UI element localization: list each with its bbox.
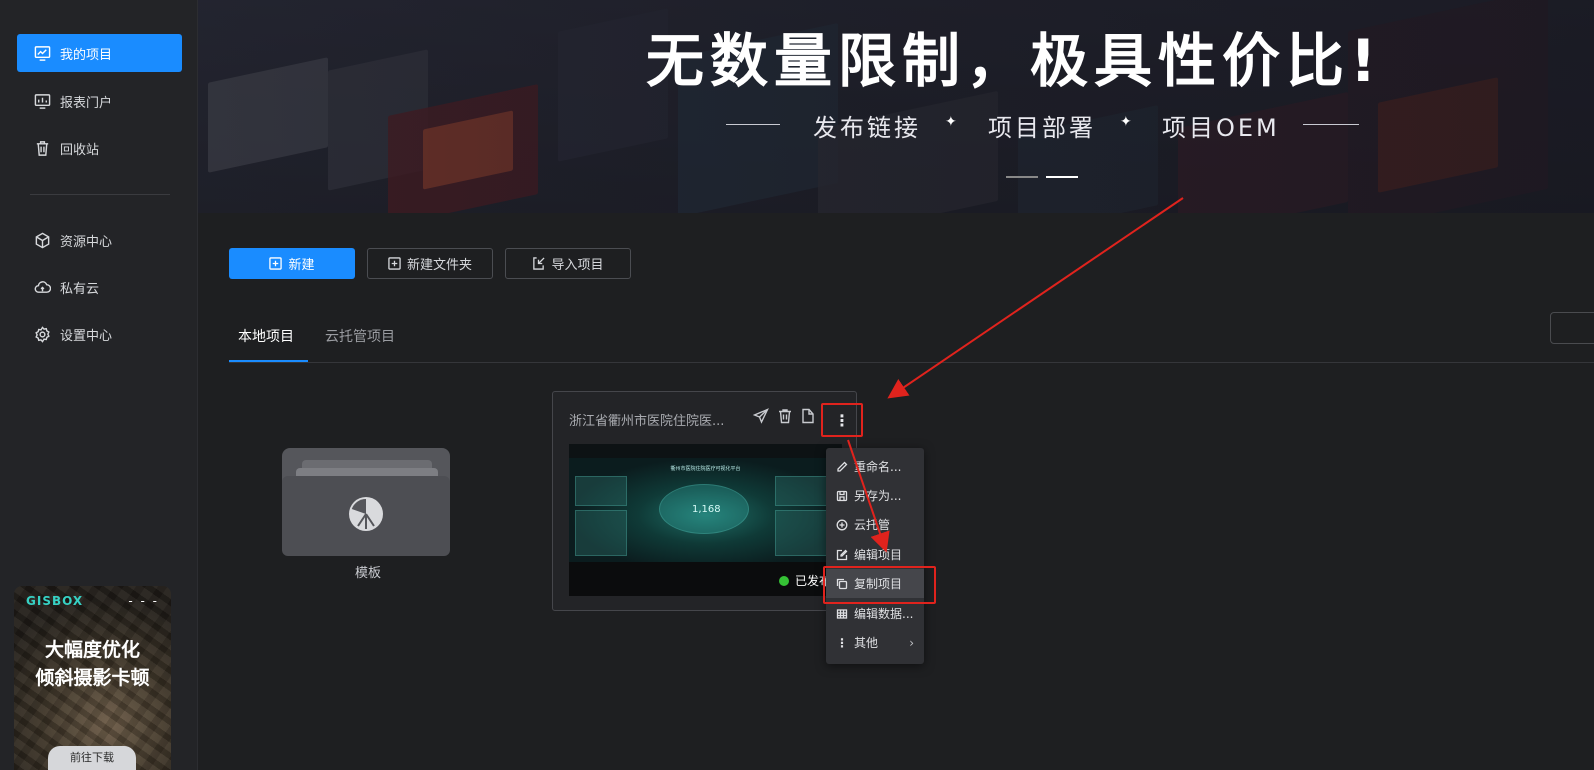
annotation-highlight-box bbox=[823, 566, 936, 604]
sidebar-item-label: 私有云 bbox=[60, 281, 100, 297]
banner-feature-deploy: 项目部署 bbox=[988, 114, 1096, 142]
carousel-dot[interactable] bbox=[1006, 176, 1038, 178]
sidebar-item-label: 资源中心 bbox=[60, 234, 113, 250]
tab-cloud-projects[interactable]: 云托管项目 bbox=[325, 326, 395, 346]
more-vertical-icon: ⋮ bbox=[834, 410, 850, 430]
new-button-label: 新建 bbox=[288, 258, 315, 273]
more-vertical-icon: ⋮ bbox=[836, 635, 848, 650]
sidebar-item-label: 我的项目 bbox=[60, 47, 113, 63]
sidebar-item-resource-center[interactable]: 资源中心 bbox=[17, 221, 182, 259]
send-icon[interactable] bbox=[752, 408, 769, 424]
promo-title-line2: 倾斜摄影卡顿 bbox=[35, 667, 150, 689]
plus-circle-icon bbox=[836, 519, 848, 530]
menu-item-label: 编辑数据... bbox=[854, 607, 914, 621]
edit-icon bbox=[836, 549, 848, 560]
menu-item-label: 另存为... bbox=[854, 489, 902, 503]
plus-square-icon bbox=[269, 257, 283, 270]
sidebar-item-my-projects[interactable]: 我的项目 bbox=[17, 34, 182, 72]
menu-item-other[interactable]: ⋮ 其他 › bbox=[826, 628, 924, 657]
sidebar-divider bbox=[30, 194, 170, 195]
search-input[interactable] bbox=[1550, 312, 1594, 344]
sidebar-item-settings[interactable]: 设置中心 bbox=[17, 315, 182, 353]
thumbnail-panel bbox=[575, 510, 627, 556]
table-icon bbox=[836, 608, 848, 619]
sidebar-item-label: 设置中心 bbox=[60, 328, 113, 344]
gear-icon bbox=[33, 325, 51, 343]
delete-icon[interactable] bbox=[777, 408, 793, 424]
sidebar-item-label: 回收站 bbox=[60, 142, 100, 158]
template-folder[interactable] bbox=[282, 448, 450, 556]
menu-item-rename[interactable]: 重命名... bbox=[826, 452, 924, 481]
menu-item-save-as[interactable]: 另存为... bbox=[826, 481, 924, 510]
context-menu: 重命名... 另存为... 云托管 编辑项目 复制项目 编辑数据... ⋮ 其他… bbox=[826, 448, 924, 664]
banner-separator bbox=[726, 124, 780, 125]
project-card[interactable]: 浙江省衢州市医院住院医... ⋮ 衢州市医院住院医疗可视化平台 1,168 已发… bbox=[552, 391, 863, 611]
export-icon[interactable] bbox=[800, 408, 816, 424]
menu-item-cloud-hosting[interactable]: 云托管 bbox=[826, 510, 924, 539]
template-logo-icon bbox=[349, 497, 383, 531]
banner-separator bbox=[1303, 124, 1359, 125]
menu-item-label: 重命名... bbox=[854, 460, 902, 474]
promo-title-line1: 大幅度优化 bbox=[44, 639, 140, 661]
sidebar: 我的项目 报表门户 回收站 资源中心 私有云 设置中心 GISBOX - - - bbox=[0, 0, 198, 770]
thumbnail-value: 1,168 bbox=[692, 504, 721, 515]
annotation-arrow bbox=[887, 197, 1184, 399]
menu-item-label: 其他 bbox=[854, 636, 879, 650]
promo-brand-logo: GISBOX bbox=[26, 594, 84, 608]
hero-banner[interactable]: 无数量限制，极具性价比! 发布链接 ✦ 项目部署 ✦ 项目OEM bbox=[198, 0, 1594, 213]
template-folder-label: 模板 bbox=[354, 566, 381, 581]
sidebar-item-recycle-bin[interactable]: 回收站 bbox=[17, 129, 182, 167]
import-icon bbox=[533, 257, 546, 270]
report-monitor-icon bbox=[33, 92, 51, 110]
new-folder-button[interactable]: 新建文件夹 bbox=[367, 248, 493, 279]
cloud-icon bbox=[33, 278, 51, 296]
menu-item-label: 编辑项目 bbox=[854, 548, 903, 562]
plus-square-icon bbox=[388, 257, 401, 270]
sparkle-icon: ✦ bbox=[945, 114, 957, 130]
promo-dash: - - - bbox=[128, 594, 159, 608]
promo-banner[interactable]: GISBOX - - - 大幅度优化 倾斜摄影卡顿 前往下载 bbox=[14, 586, 171, 770]
import-project-button[interactable]: 导入项目 bbox=[505, 248, 631, 279]
pencil-icon bbox=[837, 461, 848, 472]
banner-title: 无数量限制，极具性价比! bbox=[646, 27, 1383, 95]
trash-icon bbox=[33, 139, 51, 157]
save-icon bbox=[836, 490, 848, 501]
new-folder-button-label: 新建文件夹 bbox=[406, 258, 472, 273]
sidebar-item-label: 报表门户 bbox=[60, 95, 113, 111]
sidebar-item-report-portal[interactable]: 报表门户 bbox=[17, 82, 182, 120]
new-button[interactable]: 新建 bbox=[229, 248, 355, 279]
banner-feature-oem: 项目OEM bbox=[1162, 114, 1280, 142]
chevron-right-icon: › bbox=[909, 635, 914, 650]
project-thumbnail[interactable]: 衢州市医院住院医疗可视化平台 1,168 已发布 bbox=[569, 444, 842, 596]
thumbnail-panel bbox=[575, 476, 627, 506]
menu-item-edit-project[interactable]: 编辑项目 bbox=[826, 540, 924, 569]
import-project-button-label: 导入项目 bbox=[551, 258, 604, 273]
tab-active-indicator bbox=[229, 360, 308, 362]
sidebar-item-private-cloud[interactable]: 私有云 bbox=[17, 268, 182, 306]
hexagon-box-icon bbox=[33, 231, 51, 249]
thumbnail-title: 衢州市医院住院医疗可视化平台 bbox=[670, 466, 741, 472]
tabs-baseline bbox=[229, 362, 1594, 363]
more-options-button[interactable]: ⋮ bbox=[821, 403, 863, 437]
menu-item-label: 云托管 bbox=[854, 518, 891, 532]
tab-local-projects[interactable]: 本地项目 bbox=[238, 326, 294, 346]
carousel-dot-active[interactable] bbox=[1046, 176, 1078, 178]
banner-feature-publish: 发布链接 bbox=[813, 114, 921, 142]
project-title: 浙江省衢州市医院住院医... bbox=[569, 414, 725, 429]
promo-download-button[interactable]: 前往下载 bbox=[48, 746, 136, 770]
chart-monitor-icon bbox=[33, 44, 51, 62]
status-dot-icon bbox=[779, 575, 789, 586]
sparkle-icon: ✦ bbox=[1120, 114, 1132, 130]
